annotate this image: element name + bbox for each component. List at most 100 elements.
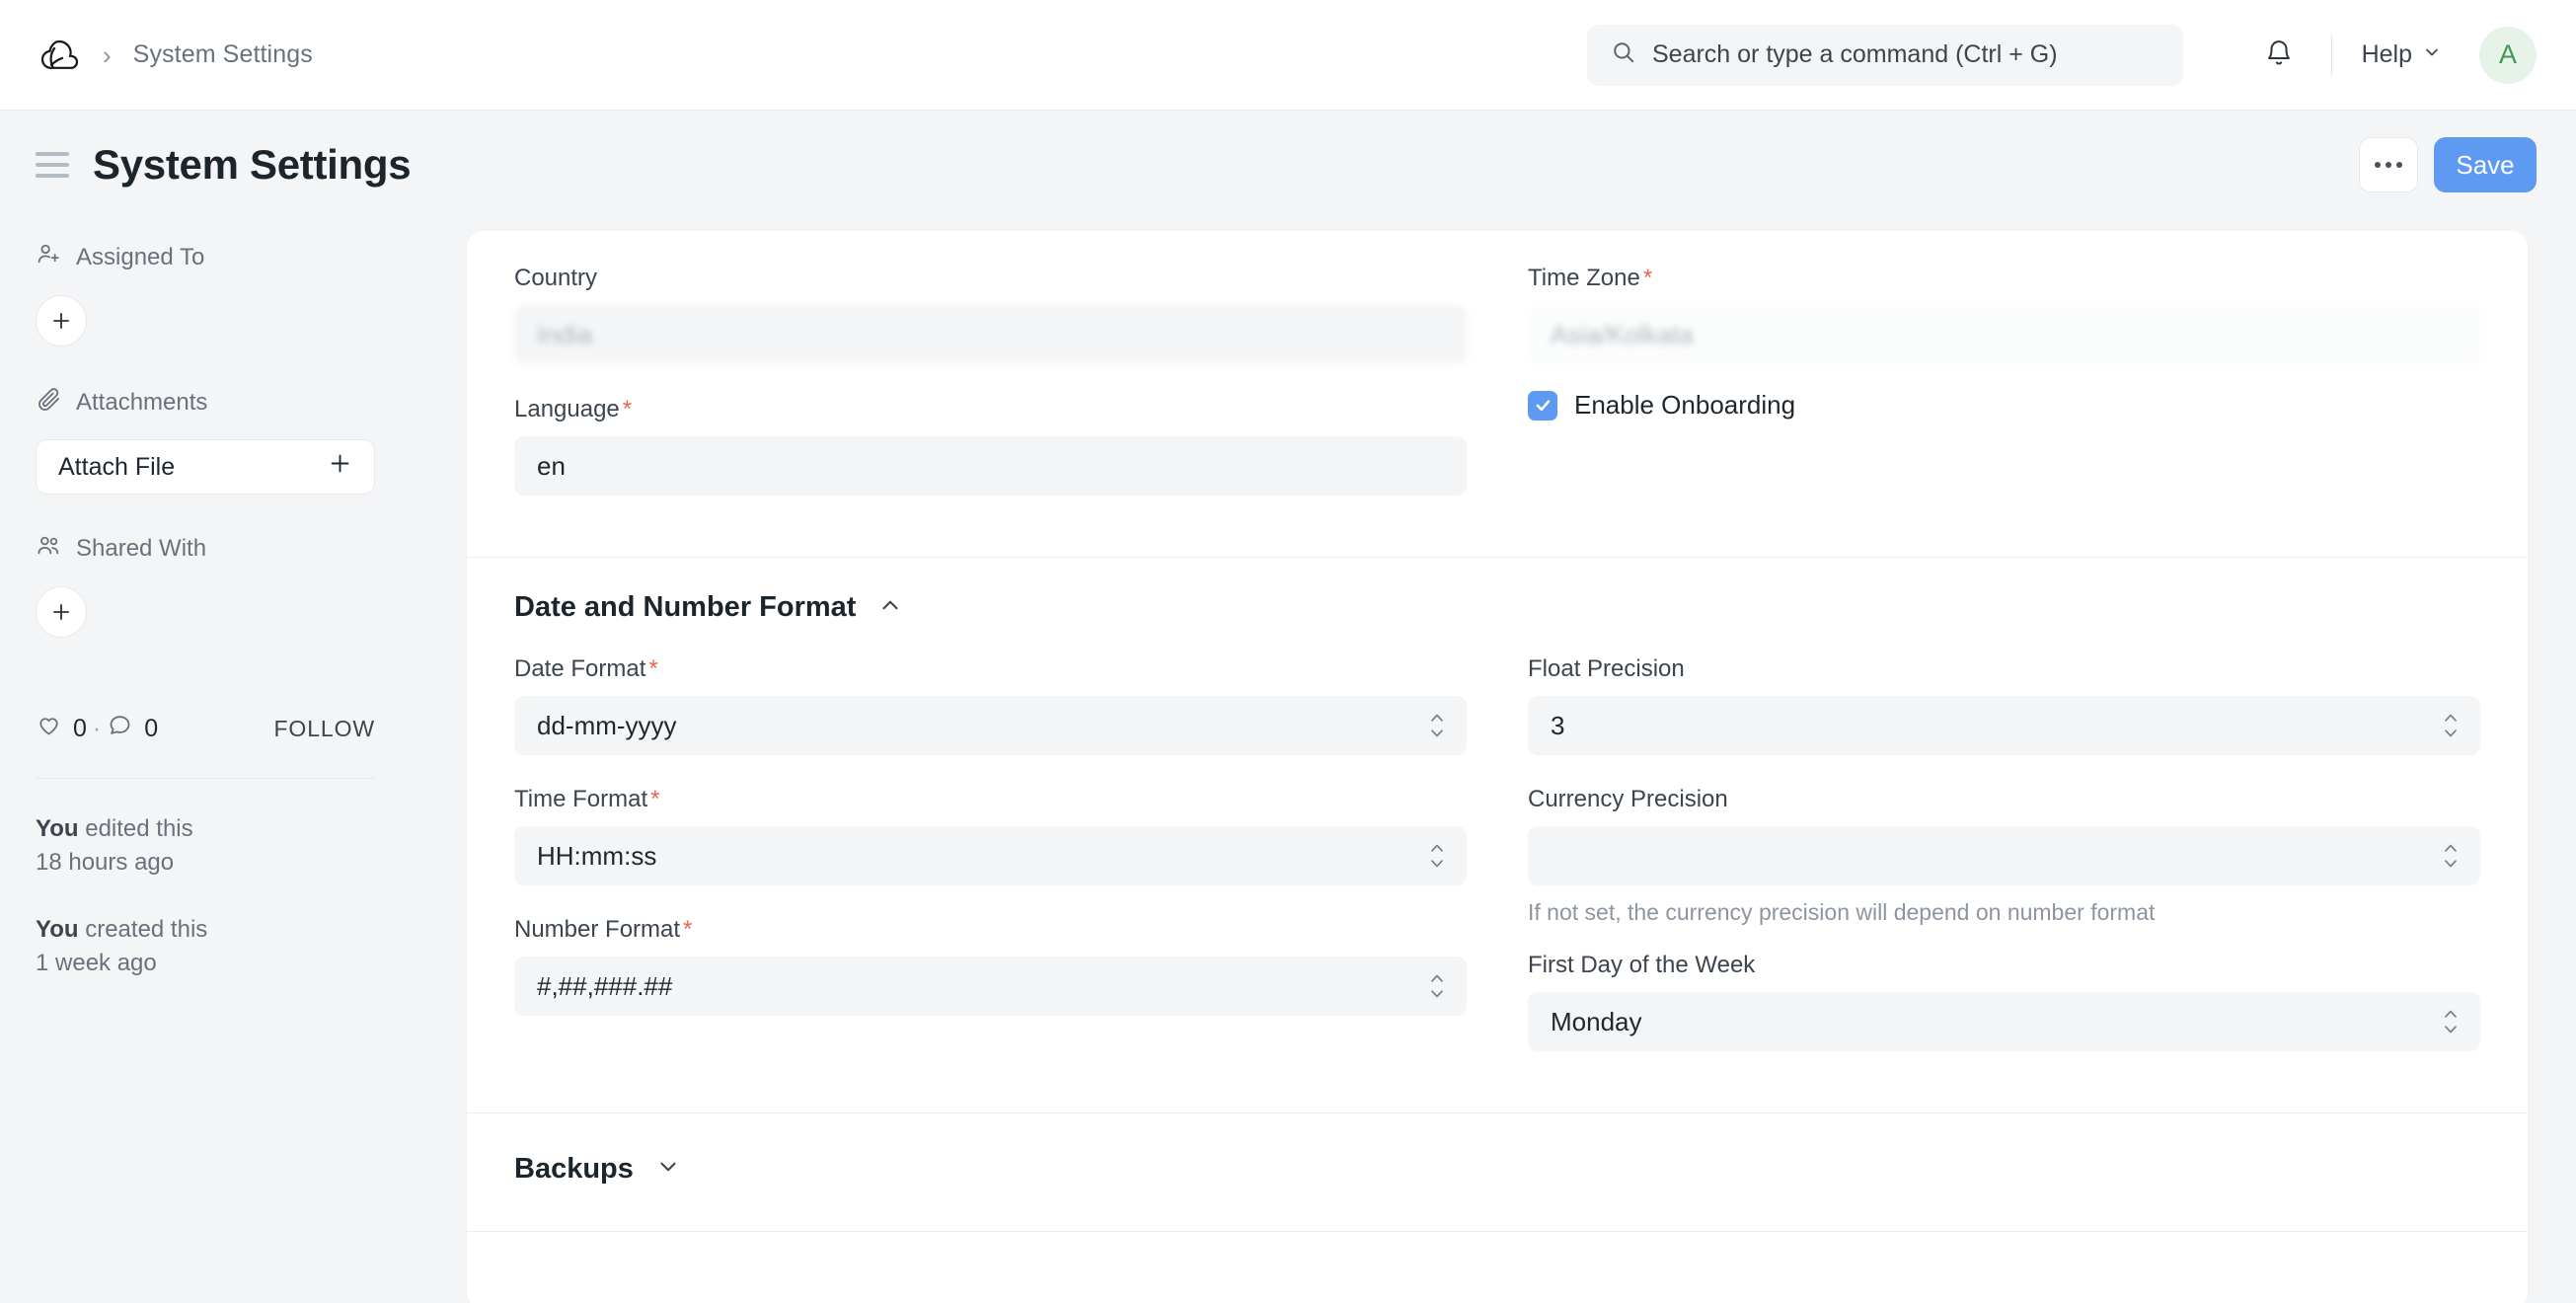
number-format-label: Number Format* [514, 916, 1467, 944]
number-format-select[interactable]: #,##,###.## [514, 957, 1467, 1016]
sidebar-section-assigned-to: Assigned To [36, 237, 467, 346]
date-format-value: dd-mm-yyyy [537, 711, 677, 741]
currency-precision-help: If not set, the currency precision will … [1528, 899, 2480, 926]
field-first-day-of-week: First Day of the Week Monday [1528, 952, 2480, 1051]
language-label: Language* [514, 396, 1467, 423]
frappe-cloud-logo-icon[interactable] [36, 33, 81, 78]
help-menu-button[interactable]: Help [2358, 35, 2446, 75]
float-precision-label: Float Precision [1528, 655, 2480, 683]
section-backups: Backups [467, 1112, 2528, 1231]
comment-group[interactable]: 0 [107, 712, 158, 745]
navbar-left: › System Settings [36, 33, 313, 78]
top-navbar: › System Settings Help [0, 0, 2576, 111]
add-assignment-button[interactable] [36, 295, 87, 346]
follow-button[interactable]: FOLLOW [273, 716, 375, 742]
search-box[interactable] [1587, 25, 2183, 86]
search-input[interactable] [1652, 40, 2159, 69]
help-label: Help [2362, 40, 2412, 69]
dnf-left-column: Date Format * dd-mm-yyyy [514, 655, 1467, 1069]
field-float-precision: Float Precision 3 [1528, 655, 2480, 755]
first-day-of-week-label-text: First Day of the Week [1528, 952, 1755, 978]
shared-with-header: Shared With [36, 528, 467, 570]
chevron-down-icon[interactable] [655, 1154, 681, 1185]
assigned-to-label: Assigned To [76, 244, 204, 271]
field-enable-onboarding[interactable]: Enable Onboarding [1528, 390, 2480, 421]
more-options-button[interactable] [2359, 137, 2418, 192]
time-zone-input[interactable]: Asia/Kolkata [1528, 305, 2480, 364]
sidebar-section-shared-with: Shared With [36, 528, 467, 638]
backups-header[interactable]: Backups [514, 1153, 2480, 1186]
avatar[interactable]: A [2479, 27, 2537, 84]
language-input[interactable]: en [514, 436, 1467, 496]
attach-file-button[interactable]: Attach File [36, 439, 375, 495]
breadcrumb-separator: › [103, 42, 112, 68]
activity-time: 1 week ago [36, 947, 375, 980]
activity-actor: You [36, 916, 79, 943]
activity-log: You edited this 18 hours ago You created… [36, 812, 375, 980]
required-asterisk: * [623, 396, 632, 422]
time-format-value: HH:mm:ss [537, 841, 656, 872]
page-title: System Settings [93, 141, 411, 189]
time-format-select[interactable]: HH:mm:ss [514, 826, 1467, 885]
language-label-text: Language [514, 396, 620, 422]
sidebar-social-row: 0 · 0 FOLLOW [36, 707, 375, 750]
breadcrumb-system-settings[interactable]: System Settings [133, 40, 313, 69]
hamburger-menu-icon[interactable] [36, 152, 69, 178]
plus-icon [48, 599, 74, 625]
chevron-up-icon[interactable] [877, 592, 903, 623]
sidebar-divider [36, 778, 375, 779]
enable-onboarding-checkbox[interactable] [1528, 391, 1557, 421]
float-precision-value: 3 [1551, 711, 1564, 741]
like-group[interactable]: 0 [36, 712, 87, 745]
ellipsis-dot [2375, 162, 2381, 168]
date-number-format-grid: Date Format * dd-mm-yyyy [514, 655, 2480, 1069]
add-share-button[interactable] [36, 586, 87, 638]
user-plus-icon [36, 241, 62, 274]
paperclip-icon [36, 386, 62, 420]
country-input[interactable]: India [514, 305, 1467, 364]
date-format-select[interactable]: dd-mm-yyyy [514, 696, 1467, 755]
date-format-label-text: Date Format [514, 655, 645, 682]
section-basic: Country India Language* en [467, 231, 2528, 557]
first-day-of-week-select[interactable]: Monday [1528, 992, 2480, 1051]
chevron-updown-icon [2442, 1009, 2460, 1035]
activity-action: edited this [79, 815, 193, 842]
currency-precision-select[interactable] [1528, 826, 2480, 885]
chevron-updown-icon [1428, 973, 1446, 999]
save-button[interactable]: Save [2434, 137, 2537, 192]
plus-icon [48, 308, 74, 334]
country-label: Country [514, 265, 1467, 292]
float-precision-label-text: Float Precision [1528, 655, 1685, 682]
notifications-button[interactable] [2252, 29, 2306, 82]
navbar-divider [2331, 35, 2332, 76]
activity-actor: You [36, 815, 79, 842]
required-asterisk: * [1643, 265, 1652, 291]
time-format-label-text: Time Format [514, 786, 647, 812]
number-format-value: #,##,###.## [537, 971, 672, 1002]
heart-icon [36, 712, 62, 745]
attach-file-label: Attach File [58, 453, 175, 482]
section-date-number-format: Date and Number Format Date Format * [467, 557, 2528, 1112]
sidebar: Assigned To Attachments Attach File [36, 219, 467, 1303]
required-asterisk: * [683, 916, 692, 943]
activity-entry-edited: You edited this 18 hours ago [36, 812, 375, 880]
basic-right-column: Time Zone* Asia/Kolkata Enable Onboardin… [1528, 265, 2480, 513]
date-number-format-header[interactable]: Date and Number Format [514, 591, 2480, 624]
ellipsis-dot [2396, 162, 2402, 168]
like-count: 0 [73, 715, 87, 743]
avatar-initial: A [2499, 39, 2517, 70]
comment-count: 0 [144, 715, 158, 743]
float-precision-select[interactable]: 3 [1528, 696, 2480, 755]
activity-text-line: You created this [36, 913, 375, 947]
ellipsis-dot [2386, 162, 2391, 168]
field-currency-precision: Currency Precision If not set, the curre… [1528, 786, 2480, 926]
users-icon [36, 532, 62, 566]
time-zone-label: Time Zone* [1528, 265, 2480, 292]
currency-precision-label: Currency Precision [1528, 786, 2480, 813]
first-day-of-week-value: Monday [1551, 1007, 1642, 1037]
time-zone-label-text: Time Zone [1528, 265, 1640, 291]
field-time-zone: Time Zone* Asia/Kolkata [1528, 265, 2480, 364]
dnf-right-column: Float Precision 3 [1528, 655, 2480, 1069]
field-country: Country India [514, 265, 1467, 364]
shared-with-label: Shared With [76, 535, 206, 563]
